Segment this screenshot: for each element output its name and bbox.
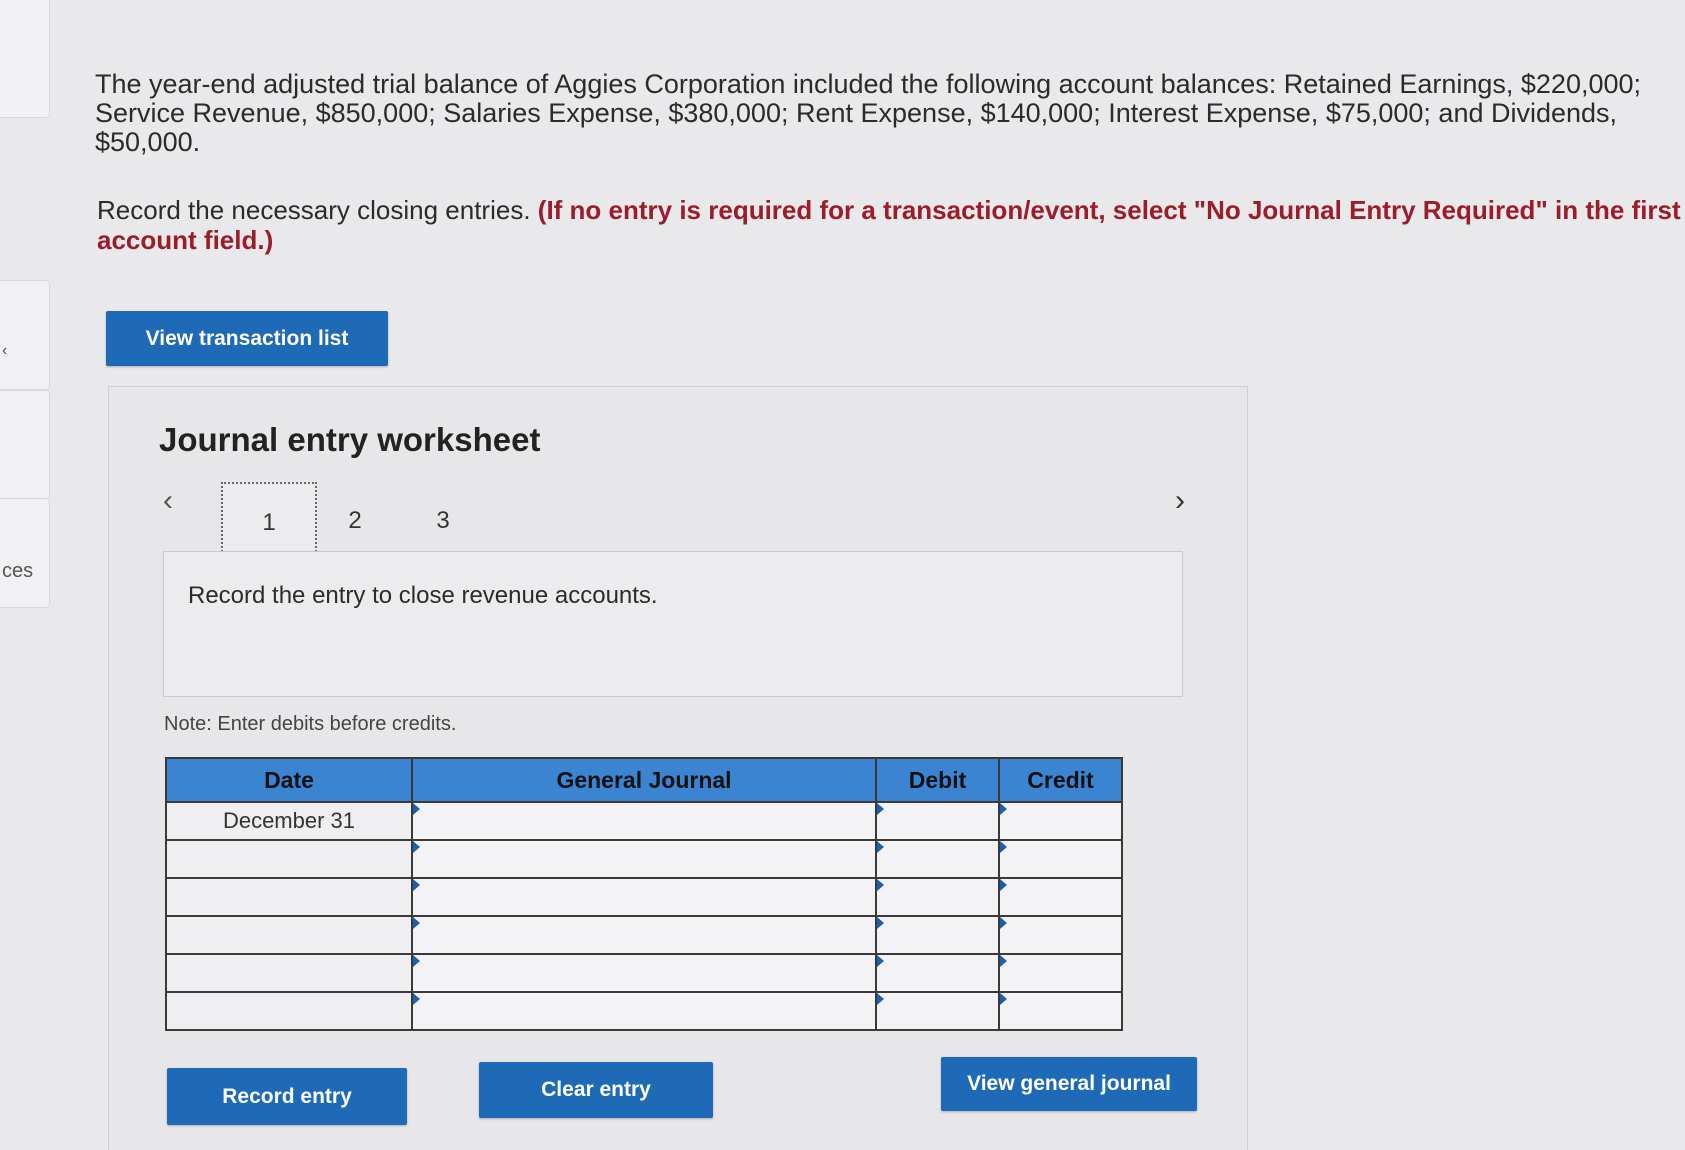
date-cell[interactable] xyxy=(165,915,413,955)
table-row xyxy=(165,915,1123,955)
date-cell[interactable] xyxy=(165,877,413,917)
entry-prompt-box: Record the entry to close revenue accoun… xyxy=(163,551,1183,697)
debit-field[interactable] xyxy=(875,839,1000,879)
question-text: The year-end adjusted trial balance of A… xyxy=(95,69,1642,157)
rail-panel xyxy=(0,0,50,118)
instruction: Record the necessary closing entries. (I… xyxy=(97,195,1685,255)
note: Note: Enter debits before credits. xyxy=(164,713,457,735)
rail-panel[interactable] xyxy=(0,390,50,500)
credit-field[interactable] xyxy=(998,953,1123,993)
journal-header-row: Date General Journal Debit Credit xyxy=(165,757,1123,803)
account-field[interactable] xyxy=(411,839,877,879)
record-entry-button[interactable]: Record entry xyxy=(167,1068,407,1125)
rail-panel[interactable] xyxy=(0,498,50,608)
instruction-text: Record the necessary closing entries. xyxy=(97,195,531,225)
entry-prompt: Record the entry to close revenue accoun… xyxy=(188,582,658,609)
account-field[interactable] xyxy=(411,877,877,917)
credit-field[interactable] xyxy=(998,877,1123,917)
rail-label[interactable]: ces xyxy=(2,560,33,583)
collapse-arrow-icon[interactable]: ‹ xyxy=(2,342,7,360)
date-cell[interactable]: December 31 xyxy=(165,801,413,841)
credit-field[interactable] xyxy=(998,915,1123,955)
left-rail: ‹ ces xyxy=(0,0,52,1150)
debit-field[interactable] xyxy=(875,915,1000,955)
tab-3[interactable]: 3 xyxy=(397,482,489,560)
account-field[interactable] xyxy=(411,801,877,841)
table-row xyxy=(165,877,1123,917)
table-row xyxy=(165,839,1123,879)
date-cell[interactable] xyxy=(165,839,413,879)
credit-field[interactable] xyxy=(998,839,1123,879)
journal-entry-worksheet: Journal entry worksheet ‹ 1 2 3 › Record… xyxy=(108,386,1248,1150)
debit-field[interactable] xyxy=(875,801,1000,841)
table-row: December 31 xyxy=(165,801,1123,841)
credit-field[interactable] xyxy=(998,991,1123,1031)
view-transaction-list-button[interactable]: View transaction list xyxy=(106,311,388,366)
tab-2[interactable]: 2 xyxy=(309,482,401,560)
date-header: Date xyxy=(165,757,413,803)
table-row xyxy=(165,953,1123,993)
clear-entry-button[interactable]: Clear entry xyxy=(479,1062,713,1118)
date-cell[interactable] xyxy=(165,991,413,1031)
credit-field[interactable] xyxy=(998,801,1123,841)
account-field[interactable] xyxy=(411,991,877,1031)
worksheet-title: Journal entry worksheet xyxy=(159,421,541,458)
account-field[interactable] xyxy=(411,953,877,993)
general-journal-header: General Journal xyxy=(411,757,877,803)
view-general-journal-button[interactable]: View general journal xyxy=(941,1057,1197,1111)
debit-field[interactable] xyxy=(875,991,1000,1031)
date-cell[interactable] xyxy=(165,953,413,993)
credit-header: Credit xyxy=(998,757,1123,803)
rail-panel[interactable] xyxy=(0,280,50,390)
debit-header: Debit xyxy=(875,757,1000,803)
prev-arrow-icon[interactable]: ‹ xyxy=(163,484,173,518)
debit-field[interactable] xyxy=(875,877,1000,917)
debit-field[interactable] xyxy=(875,953,1000,993)
page: ‹ ces The year-end adjusted trial balanc… xyxy=(0,0,1685,1150)
next-arrow-icon[interactable]: › xyxy=(1175,484,1185,518)
account-field[interactable] xyxy=(411,915,877,955)
journal-table: Date General Journal Debit Credit Decemb… xyxy=(165,757,1123,1031)
table-row xyxy=(165,991,1123,1031)
